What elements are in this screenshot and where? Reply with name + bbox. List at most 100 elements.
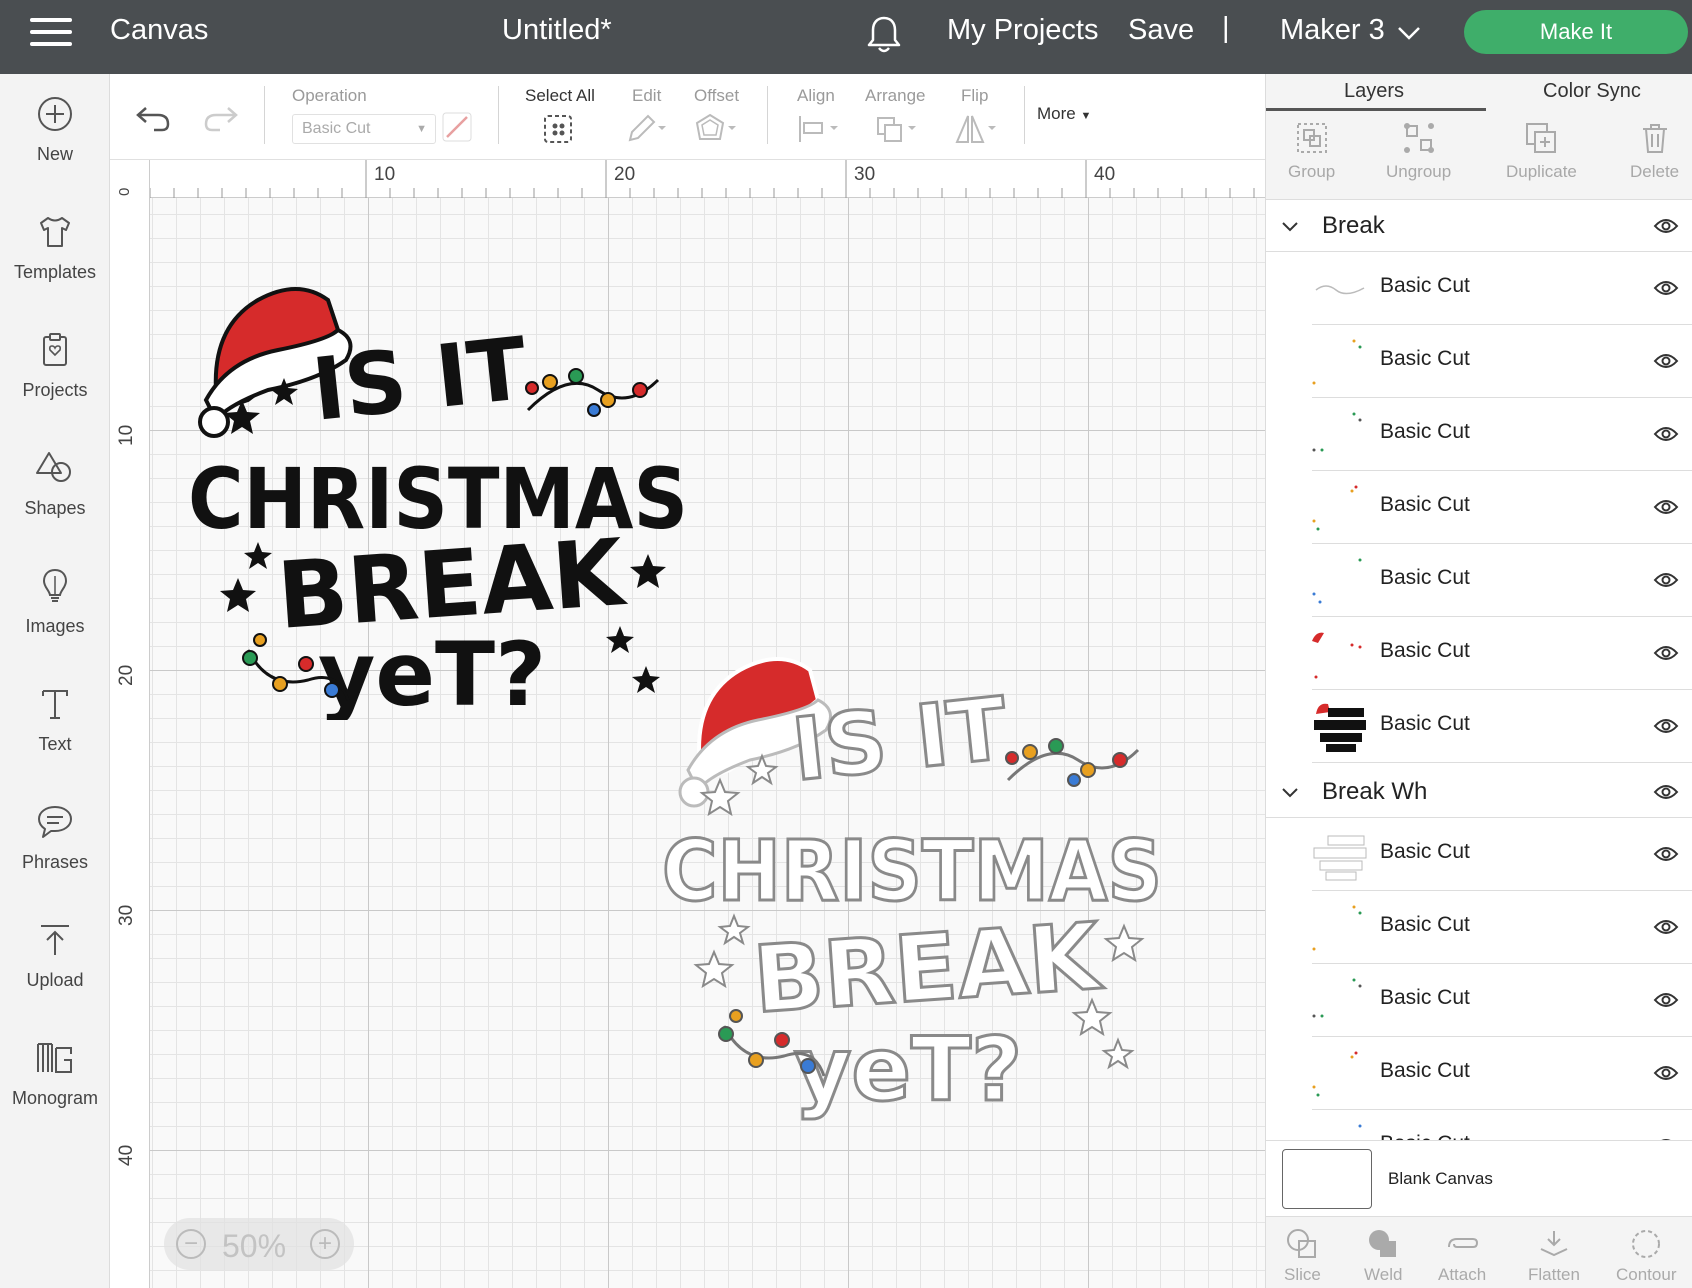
weld-button[interactable]: Weld bbox=[1364, 1227, 1402, 1285]
layer-row[interactable]: Basic Cut bbox=[1312, 398, 1692, 471]
attach-button[interactable]: Attach bbox=[1438, 1227, 1486, 1285]
action-label: Ungroup bbox=[1386, 162, 1452, 181]
flip-icon[interactable] bbox=[954, 112, 998, 146]
undo-icon[interactable] bbox=[132, 100, 176, 134]
layer-name: Basic Cut bbox=[1380, 566, 1470, 589]
layer-row[interactable]: Basic Cut bbox=[1312, 252, 1692, 325]
layer-group-break[interactable]: Break bbox=[1266, 200, 1692, 252]
eye-icon[interactable] bbox=[1653, 570, 1679, 590]
sidebar-item-label: New bbox=[36, 144, 73, 164]
sidebar-item-images[interactable]: Images bbox=[0, 566, 110, 666]
eye-icon[interactable] bbox=[1653, 216, 1679, 236]
layer-row[interactable]: Basic Cut bbox=[1312, 544, 1692, 617]
layer-name: Basic Cut bbox=[1380, 347, 1470, 370]
footer-label: Contour bbox=[1616, 1265, 1677, 1284]
christmas-design-white[interactable]: IS IT CHRISTMAS BREAK yeT? bbox=[658, 630, 1198, 1270]
offset-icon[interactable] bbox=[694, 112, 738, 146]
eye-icon[interactable] bbox=[1653, 1063, 1679, 1083]
layer-row[interactable]: Basic Cut bbox=[1312, 1037, 1692, 1110]
topbar-divider: | bbox=[1222, 12, 1230, 44]
arrange-label: Arrange bbox=[865, 86, 926, 105]
layer-name: Basic Cut bbox=[1380, 712, 1470, 735]
document-title[interactable]: Untitled* bbox=[502, 14, 612, 47]
sidebar-item-projects[interactable]: Projects bbox=[0, 330, 110, 430]
layer-row[interactable]: Basic Cut bbox=[1312, 964, 1692, 1037]
sidebar-item-upload[interactable]: Upload bbox=[0, 920, 110, 1020]
zoom-in-button[interactable]: + bbox=[310, 1229, 340, 1259]
eye-icon[interactable] bbox=[1653, 917, 1679, 937]
layer-row[interactable]: Basic Cut bbox=[1312, 891, 1692, 964]
zoom-out-button[interactable]: − bbox=[176, 1229, 206, 1259]
footer-label: Slice bbox=[1284, 1265, 1321, 1284]
speech-bubble-icon bbox=[38, 806, 72, 838]
eye-icon[interactable] bbox=[1653, 716, 1679, 736]
trash-icon bbox=[1642, 124, 1667, 153]
eye-icon[interactable] bbox=[1653, 990, 1679, 1010]
sidebar-item-phrases[interactable]: Phrases bbox=[0, 802, 110, 902]
christmas-design-black[interactable]: IS IT CHRISTMAS BREAK yeT? bbox=[188, 260, 728, 720]
layer-name: Basic Cut bbox=[1380, 420, 1470, 443]
make-it-button[interactable]: Make It bbox=[1464, 10, 1688, 54]
my-projects-link[interactable]: My Projects bbox=[947, 14, 1098, 47]
arrange-icon[interactable] bbox=[874, 112, 918, 146]
layer-group-break-wh[interactable]: Break Wh bbox=[1266, 766, 1692, 818]
color-swatch-icon[interactable] bbox=[440, 110, 474, 144]
sidebar-item-new[interactable]: New bbox=[0, 94, 110, 194]
select-all-icon[interactable] bbox=[541, 112, 575, 146]
eye-icon[interactable] bbox=[1653, 351, 1679, 371]
chevron-down-icon[interactable] bbox=[1280, 782, 1300, 802]
ungroup-button[interactable]: Ungroup bbox=[1386, 120, 1451, 182]
group-name: Break bbox=[1322, 212, 1385, 239]
chevron-down-icon[interactable] bbox=[1280, 216, 1300, 236]
tab-color-sync[interactable]: Color Sync bbox=[1543, 80, 1641, 103]
ungroup-icon bbox=[1403, 123, 1434, 153]
layer-row[interactable]: Basic Cut bbox=[1312, 325, 1692, 398]
layer-thumbnail bbox=[1312, 905, 1362, 951]
contour-button[interactable]: Contour bbox=[1616, 1227, 1676, 1285]
chevron-down-icon[interactable] bbox=[1396, 20, 1422, 46]
layer-thumbnail bbox=[1315, 285, 1365, 295]
eye-icon[interactable] bbox=[1653, 424, 1679, 444]
operation-select[interactable]: Basic Cut ▼ bbox=[292, 114, 436, 144]
sidebar-item-templates[interactable]: Templates bbox=[0, 212, 110, 312]
flatten-button[interactable]: Flatten bbox=[1528, 1227, 1580, 1285]
layer-row[interactable]: Basic Cut bbox=[1312, 617, 1692, 690]
eye-icon[interactable] bbox=[1653, 643, 1679, 663]
panel-footer-actions: Slice Weld Attach Flatten Contour bbox=[1266, 1216, 1692, 1288]
sidebar-item-shapes[interactable]: Shapes bbox=[0, 448, 110, 548]
blank-canvas-row: Blank Canvas bbox=[1266, 1140, 1692, 1216]
redo-icon[interactable] bbox=[198, 100, 242, 134]
duplicate-button[interactable]: Duplicate bbox=[1506, 120, 1577, 182]
tab-layers[interactable]: Layers bbox=[1344, 80, 1404, 103]
bell-icon[interactable] bbox=[866, 14, 902, 54]
sidebar-item-label: Monogram bbox=[11, 1088, 99, 1108]
eye-icon[interactable] bbox=[1653, 278, 1679, 298]
menu-icon[interactable] bbox=[30, 18, 72, 48]
edit-label: Edit bbox=[632, 86, 662, 105]
layer-row[interactable]: Basic Cut bbox=[1312, 690, 1692, 763]
group-button[interactable]: Group bbox=[1288, 120, 1335, 182]
sidebar-item-label: Phrases bbox=[21, 852, 89, 872]
delete-button[interactable]: Delete bbox=[1630, 120, 1679, 182]
sidebar-item-label: Shapes bbox=[24, 498, 86, 518]
slice-button[interactable]: Slice bbox=[1284, 1227, 1321, 1285]
sidebar-item-monogram[interactable]: Monogram bbox=[0, 1038, 110, 1138]
sidebar-item-text[interactable]: Text bbox=[0, 684, 110, 784]
save-button[interactable]: Save bbox=[1128, 14, 1194, 47]
eye-icon[interactable] bbox=[1653, 497, 1679, 517]
edit-pen-icon[interactable] bbox=[624, 112, 668, 146]
layer-row[interactable]: Basic Cut bbox=[1312, 471, 1692, 544]
align-icon[interactable] bbox=[796, 112, 840, 146]
more-menu[interactable]: More ▼ bbox=[1037, 104, 1091, 124]
layer-row[interactable]: Basic Cut bbox=[1312, 818, 1692, 891]
eye-icon[interactable] bbox=[1653, 844, 1679, 864]
eye-icon[interactable] bbox=[1653, 782, 1679, 802]
layer-row[interactable]: Basic Cut bbox=[1312, 1110, 1692, 1140]
shapes-icon bbox=[36, 452, 71, 482]
machine-selector[interactable]: Maker 3 bbox=[1280, 14, 1385, 47]
ruler-label: 20 bbox=[614, 164, 636, 185]
flip-label: Flip bbox=[961, 86, 989, 105]
panel-tabs: Layers Color Sync bbox=[1266, 74, 1692, 112]
design-canvas[interactable]: 10 20 30 40 0 10 20 30 40 IS IT CHRISTMA… bbox=[110, 160, 1265, 1288]
canvas-color-swatch[interactable] bbox=[1282, 1149, 1372, 1209]
